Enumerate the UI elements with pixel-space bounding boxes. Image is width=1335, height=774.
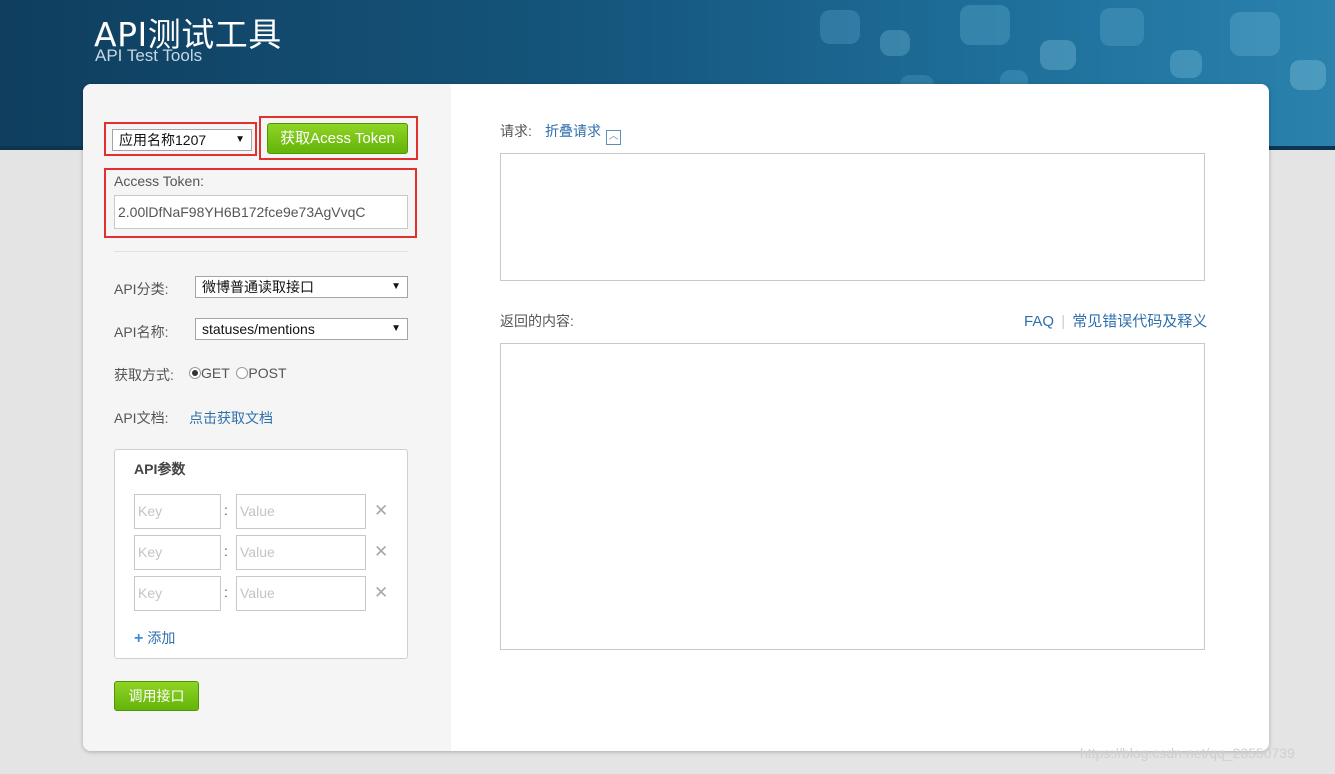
- request-textarea[interactable]: [500, 153, 1205, 281]
- api-name-value: statuses/mentions: [202, 321, 315, 337]
- param-value-input[interactable]: Value: [236, 535, 366, 570]
- add-param-label: 添加: [147, 630, 176, 646]
- radio-get[interactable]: [189, 367, 201, 379]
- left-panel: 应用名称1207 ▼ 获取Acess Token Access Token: 2…: [83, 84, 451, 751]
- access-token-input[interactable]: 2.00lDfNaF98YH6B172fce9e73AgVvqC: [114, 195, 408, 229]
- collapse-icon: ︿: [606, 130, 621, 145]
- remove-icon[interactable]: ✕: [374, 542, 388, 562]
- api-doc-link[interactable]: 点击获取文档: [189, 408, 273, 428]
- divider: [114, 251, 408, 252]
- method-options: GET POST: [189, 365, 287, 381]
- app-select-value: 应用名称1207: [119, 132, 207, 148]
- error-codes-link[interactable]: 常见错误代码及释义: [1072, 313, 1207, 330]
- api-category-value: 微博普通读取接口: [202, 279, 314, 295]
- response-textarea[interactable]: [500, 343, 1205, 650]
- remove-icon[interactable]: ✕: [374, 501, 388, 521]
- radio-post[interactable]: [236, 367, 249, 379]
- get-access-token-button[interactable]: 获取Acess Token: [267, 123, 408, 154]
- api-name-select[interactable]: statuses/mentions ▼: [195, 318, 408, 340]
- main-card: 应用名称1207 ▼ 获取Acess Token Access Token: 2…: [83, 84, 1269, 751]
- api-params-box: API参数 Key : Value ✕ Key : Value ✕ Key : …: [114, 449, 408, 659]
- radio-get-label: GET: [201, 365, 230, 381]
- access-token-label: Access Token:: [114, 173, 205, 189]
- api-category-label: API分类:: [114, 281, 169, 297]
- response-links: FAQ | 常见错误代码及释义: [1024, 310, 1207, 331]
- radio-post-label: POST: [248, 365, 287, 381]
- request-label: 请求:: [500, 123, 532, 139]
- app-subtitle: API Test Tools: [95, 46, 203, 65]
- colon: :: [224, 584, 228, 600]
- faq-link[interactable]: FAQ: [1024, 313, 1054, 330]
- api-category-select[interactable]: 微博普通读取接口 ▼: [195, 276, 408, 298]
- param-key-input[interactable]: Key: [134, 535, 221, 570]
- response-label: 返回的内容:: [500, 313, 574, 329]
- app-select[interactable]: 应用名称1207 ▼: [112, 129, 252, 151]
- colon: :: [224, 502, 228, 518]
- call-api-button[interactable]: 调用接口: [114, 681, 199, 711]
- api-params-title: API参数: [134, 461, 186, 477]
- chevron-down-icon: ▼: [391, 323, 401, 334]
- add-param-button[interactable]: + 添加: [134, 628, 175, 648]
- param-value-input[interactable]: Value: [236, 494, 366, 529]
- param-key-input[interactable]: Key: [134, 576, 221, 611]
- api-name-label: API名称:: [114, 324, 169, 340]
- chevron-down-icon: ▼: [235, 134, 245, 145]
- fold-request-label: 折叠请求: [545, 123, 601, 139]
- param-value-input[interactable]: Value: [236, 576, 366, 611]
- watermark: https://blog.csdn.net/qq_28550739: [1080, 745, 1295, 761]
- link-separator: |: [1061, 313, 1066, 330]
- api-doc-label: API文档:: [114, 410, 169, 426]
- param-key-input[interactable]: Key: [134, 494, 221, 529]
- plus-icon: +: [134, 630, 144, 647]
- remove-icon[interactable]: ✕: [374, 583, 388, 603]
- method-label: 获取方式:: [114, 367, 174, 383]
- fold-request-link[interactable]: 折叠请求 ︿: [545, 121, 621, 145]
- chevron-down-icon: ▼: [391, 281, 401, 292]
- colon: :: [224, 543, 228, 559]
